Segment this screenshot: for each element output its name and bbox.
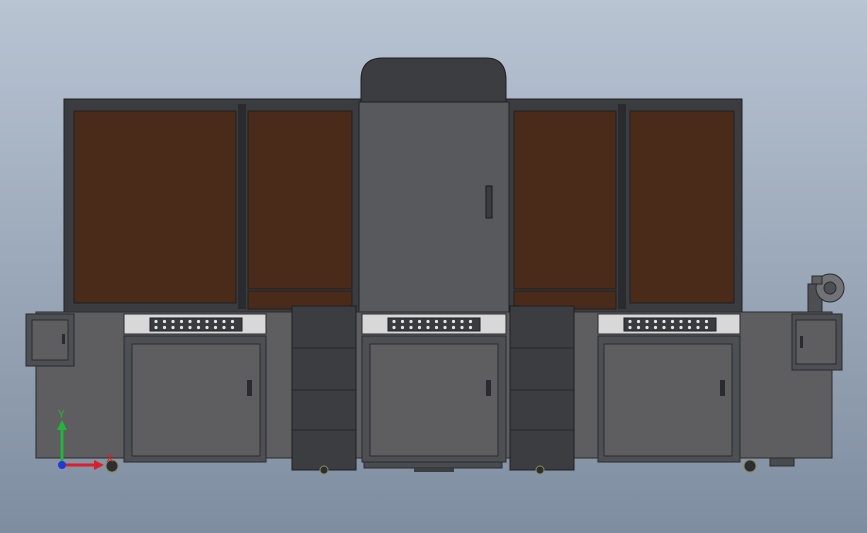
panel-button	[645, 325, 649, 330]
bottom-rail	[363, 461, 503, 469]
panel-button	[171, 319, 175, 324]
button-strip	[623, 317, 717, 332]
panel-button	[696, 325, 700, 330]
panel-button	[653, 319, 658, 324]
button-strip	[149, 317, 243, 332]
glass-panel-4	[629, 110, 735, 304]
panel-button	[409, 325, 413, 330]
cabinet-center-door	[369, 343, 499, 457]
panel-button	[417, 319, 422, 324]
panel-button	[662, 319, 666, 324]
panel-button	[704, 319, 709, 324]
cabinet-center-handle	[486, 380, 491, 396]
cad-viewport[interactable]: Y X	[0, 0, 867, 533]
panel-button	[222, 319, 226, 324]
glass-panel-3	[513, 110, 617, 290]
right-side-handle	[800, 336, 803, 348]
frame-post-1	[238, 104, 246, 309]
bottom-foot-plate	[414, 468, 454, 472]
panel-button	[636, 325, 641, 330]
tower-handle	[485, 185, 493, 219]
panel-button	[426, 325, 430, 330]
panel-button	[188, 319, 192, 324]
cabinet-right-handle	[720, 380, 725, 396]
panel-button	[679, 325, 683, 330]
panel-button	[162, 319, 167, 324]
panel-button	[468, 325, 473, 330]
panel-button	[171, 325, 175, 330]
panel-button	[460, 325, 464, 330]
panel-button	[205, 319, 209, 324]
panel-button	[443, 319, 447, 324]
panel-button	[205, 325, 209, 330]
panel-button	[196, 325, 201, 330]
panel-button	[154, 325, 158, 330]
panel-button	[230, 319, 235, 324]
panel-button	[636, 319, 641, 324]
panel-button	[392, 319, 396, 324]
panel-button	[451, 319, 456, 324]
control-panel-buttons	[149, 317, 717, 332]
z-axis-dot	[58, 461, 66, 469]
panel-button	[400, 319, 405, 324]
panel-button	[222, 325, 226, 330]
drawer-stack-right	[509, 305, 575, 471]
panel-button	[687, 325, 692, 330]
panel-button	[417, 325, 422, 330]
cabinet-left-handle	[247, 380, 252, 396]
panel-button	[179, 319, 184, 324]
machine-model[interactable]	[0, 0, 867, 533]
panel-button	[460, 319, 464, 324]
coordinate-triad: Y X	[57, 410, 114, 470]
panel-button	[188, 325, 192, 330]
drawer-stack-left	[291, 305, 357, 471]
panel-button	[704, 325, 709, 330]
panel-button	[662, 325, 666, 330]
panel-button	[179, 325, 184, 330]
panel-button	[443, 325, 447, 330]
tower-hood	[360, 57, 507, 105]
panel-button	[670, 319, 675, 324]
panel-button	[434, 325, 439, 330]
frame-post-2	[618, 104, 626, 309]
panel-button	[162, 325, 167, 330]
panel-button	[392, 325, 396, 330]
panel-button	[679, 319, 683, 324]
x-axis-label: X	[106, 452, 114, 465]
panel-button	[645, 319, 649, 324]
panel-button	[409, 319, 413, 324]
left-side-handle	[62, 334, 65, 344]
x-axis-arrow	[94, 460, 104, 470]
button-strip	[387, 317, 481, 332]
cabinet-left-door	[131, 343, 261, 457]
panel-button	[670, 325, 675, 330]
panel-button	[696, 319, 700, 324]
panel-button	[400, 325, 405, 330]
panel-button	[628, 319, 632, 324]
glass-panel-1	[73, 110, 237, 304]
panel-button	[213, 319, 218, 324]
panel-button	[451, 325, 456, 330]
central-tower	[358, 57, 510, 315]
glass-panel-2	[247, 110, 353, 290]
panel-button	[628, 325, 632, 330]
panel-button	[434, 319, 439, 324]
panel-button	[468, 319, 473, 324]
panel-button	[213, 325, 218, 330]
y-axis-arrow	[57, 420, 67, 430]
panel-button	[687, 319, 692, 324]
leveling-foot	[769, 457, 795, 467]
panel-button	[196, 319, 201, 324]
panel-button	[426, 319, 430, 324]
y-axis-label: Y	[57, 410, 65, 421]
panel-button	[154, 319, 158, 324]
panel-button	[653, 325, 658, 330]
cabinet-right-door	[603, 343, 733, 457]
panel-button	[230, 325, 235, 330]
